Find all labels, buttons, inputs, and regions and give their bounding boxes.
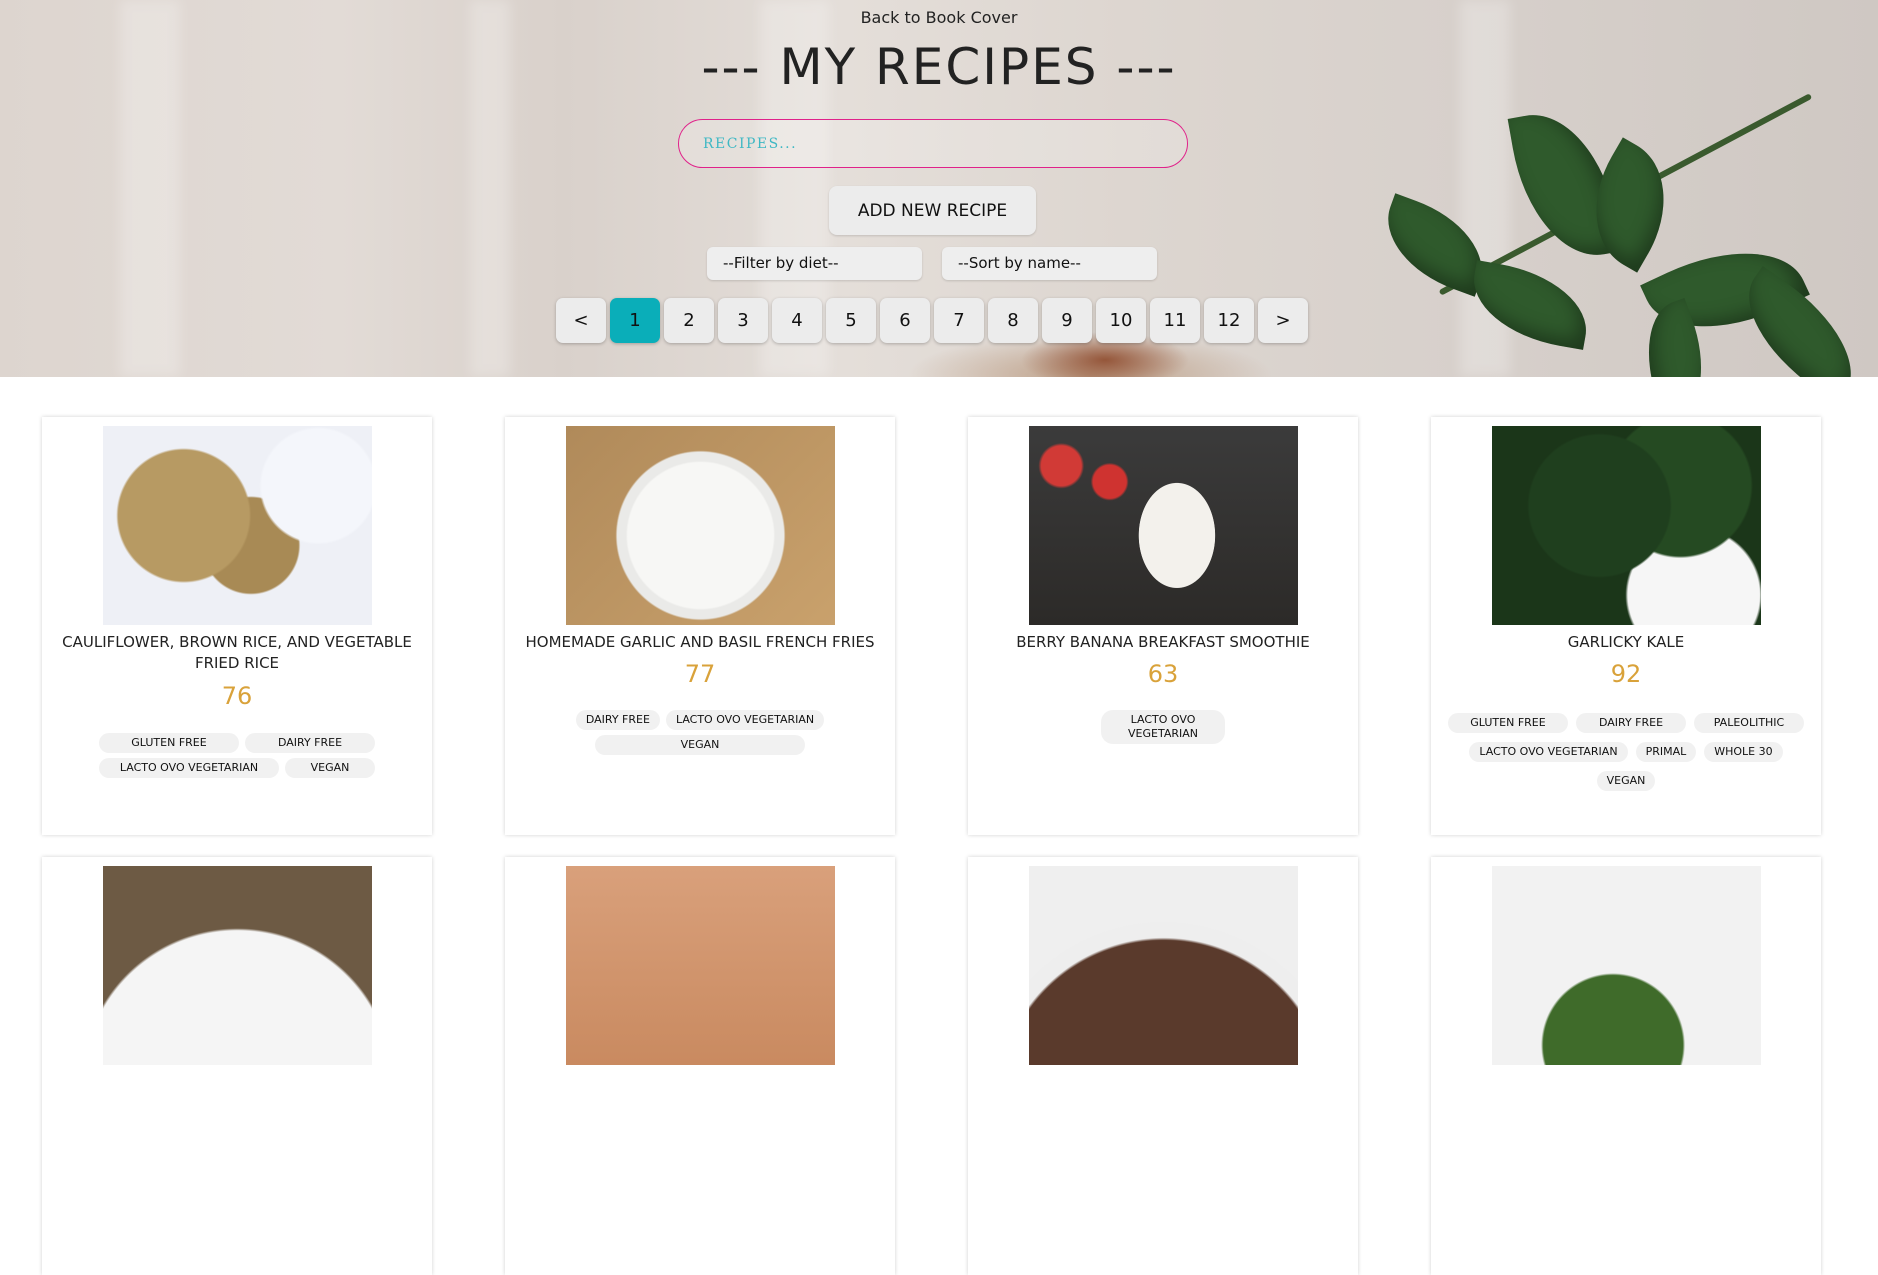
recipe-image[interactable] [103,866,372,1065]
recipe-card[interactable] [1431,857,1821,1275]
recipe-card[interactable] [42,857,432,1275]
diet-tag: DAIRY FREE [575,710,660,730]
diet-tags: GLUTEN FREE DAIRY FREE LACTO OVO VEGETAR… [82,733,392,778]
diet-tag: VEGAN [595,735,805,755]
recipe-name: BERRY BANANA BREAKFAST SMOOTHIE [1016,633,1310,651]
page-button-9[interactable]: 9 [1042,298,1092,343]
recipe-image[interactable] [1029,426,1298,625]
diet-tag: LACTO OVO VEGETARIAN [99,758,279,778]
recipe-score: 76 [221,682,253,710]
diet-tag: DAIRY FREE [245,733,375,753]
search-input[interactable] [678,119,1188,168]
back-to-cover-link[interactable]: Back to Book Cover [0,8,1878,27]
recipe-image[interactable] [566,426,835,625]
diet-tags: GLUTEN FREE DAIRY FREE PALEOLITHIC LACTO… [1441,713,1811,791]
page-button-6[interactable]: 6 [880,298,930,343]
page-button-2[interactable]: 2 [664,298,714,343]
diet-tag: GLUTEN FREE [99,733,239,753]
recipe-grid: CAULIFLOWER, BROWN RICE, AND VEGETABLE F… [0,377,1878,1275]
diet-tag: PRIMAL [1635,742,1697,762]
recipe-card[interactable] [968,857,1358,1275]
sort-name-select[interactable]: --Sort by name-- [942,247,1157,280]
page-button-4[interactable]: 4 [772,298,822,343]
page-button-10[interactable]: 10 [1096,298,1146,343]
recipe-score: 63 [1147,660,1179,688]
page-button-12[interactable]: 12 [1204,298,1254,343]
recipe-card[interactable]: CAULIFLOWER, BROWN RICE, AND VEGETABLE F… [42,417,432,835]
add-recipe-button[interactable]: ADD NEW RECIPE [829,186,1036,235]
diet-tags: DAIRY FREE LACTO OVO VEGETARIAN VEGAN [545,710,855,755]
diet-tag: VEGAN [1596,771,1656,791]
page-button-11[interactable]: 11 [1150,298,1200,343]
diet-tag: WHOLE 30 [1704,742,1783,762]
diet-tag: VEGAN [285,758,375,778]
diet-tag: DAIRY FREE [1576,713,1686,733]
recipe-image[interactable] [1492,426,1761,625]
diet-tag: LACTO OVO VEGETARIAN [1469,742,1628,762]
page-title: --- MY RECIPES --- [701,38,1177,96]
recipe-name: CAULIFLOWER, BROWN RICE, AND VEGETABLE F… [62,633,412,672]
recipe-name: GARLICKY KALE [1567,633,1685,651]
page-button-1[interactable]: 1 [610,298,660,343]
recipe-name: HOMEMADE GARLIC AND BASIL FRENCH FRIES [525,633,875,651]
recipe-score: 92 [1610,660,1642,688]
next-page-button[interactable]: > [1258,298,1308,343]
diet-tag: PALEOLITHIC [1694,713,1804,733]
pagination: < 1 2 3 4 5 6 7 8 9 10 11 12 > [556,298,1308,343]
diet-tag: LACTO OVO VEGETARIAN [1101,710,1225,744]
page-button-7[interactable]: 7 [934,298,984,343]
recipe-image[interactable] [103,426,372,625]
filter-diet-select[interactable]: --Filter by diet-- [707,247,922,280]
recipe-image[interactable] [1029,866,1298,1065]
page-button-8[interactable]: 8 [988,298,1038,343]
recipe-card[interactable]: HOMEMADE GARLIC AND BASIL FRENCH FRIES 7… [505,417,895,835]
page-button-5[interactable]: 5 [826,298,876,343]
recipe-image[interactable] [1492,866,1761,1065]
diet-tags: LACTO OVO VEGETARIAN [1008,710,1318,744]
recipe-card[interactable] [505,857,895,1275]
prev-page-button[interactable]: < [556,298,606,343]
diet-tag: LACTO OVO VEGETARIAN [665,710,825,730]
page-button-3[interactable]: 3 [718,298,768,343]
diet-tag: GLUTEN FREE [1448,713,1568,733]
recipe-card[interactable]: BERRY BANANA BREAKFAST SMOOTHIE 63 LACTO… [968,417,1358,835]
recipe-score: 77 [684,660,716,688]
recipe-image[interactable] [566,866,835,1065]
recipe-card[interactable]: GARLICKY KALE 92 GLUTEN FREE DAIRY FREE … [1431,417,1821,835]
